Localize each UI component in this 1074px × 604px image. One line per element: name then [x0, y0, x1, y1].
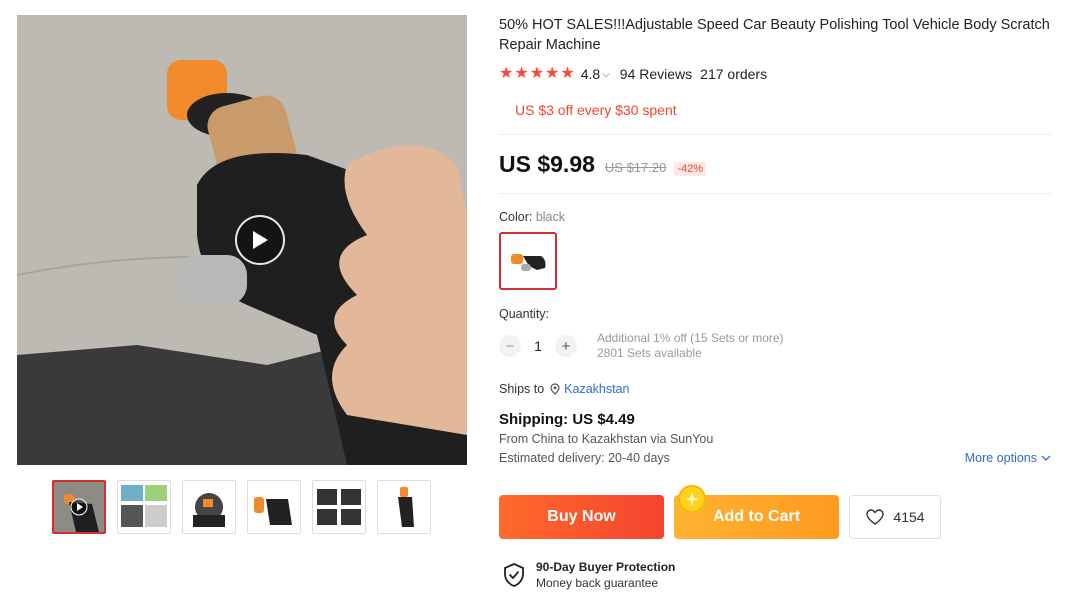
- add-to-cart-label: Add to Cart: [712, 508, 801, 525]
- more-options-label: More options: [964, 451, 1037, 465]
- quantity-decrease-button[interactable]: −: [499, 335, 521, 357]
- main-product-video[interactable]: [17, 15, 467, 465]
- thumbnail-2[interactable]: [117, 480, 171, 534]
- carrier: via SunYou: [647, 432, 714, 446]
- rating-row: ★ ★ ★ ★ ★ 4.8 ⌵ 94 Reviews 217 orders: [499, 65, 1051, 83]
- color-label-text: Color:: [499, 210, 533, 224]
- sparkle-icon: [685, 492, 699, 506]
- play-icon: [253, 231, 268, 249]
- thumbnail-image: [183, 481, 235, 533]
- shipping-route: From China to Kazakhstan via SunYou: [499, 432, 1051, 446]
- current-price: US $9.98: [499, 151, 595, 177]
- thumbnail-image: [378, 481, 430, 533]
- coin-badge-icon: [678, 485, 706, 513]
- color-label: Color: black: [499, 210, 1051, 224]
- divider: [499, 193, 1051, 194]
- protection-subtitle: Money back guarantee: [536, 576, 659, 590]
- price-row: US $9.98 US $17.20 -42%: [499, 151, 1051, 181]
- thumbnail-strip: [52, 480, 431, 534]
- product-info: 50% HOT SALES!!!Adjustable Speed Car Bea…: [499, 15, 1051, 465]
- reviews-link[interactable]: 94 Reviews: [620, 66, 692, 82]
- protection-title: 90-Day Buyer Protection: [536, 560, 676, 574]
- divider: [499, 134, 1051, 135]
- thumbnail-video-image: [54, 482, 104, 532]
- star-icon: ★: [499, 65, 514, 82]
- estimated-delivery: Estimated delivery: 20-40 days: [499, 451, 670, 465]
- star-icon: ★: [529, 65, 545, 82]
- heart-icon: [866, 509, 885, 525]
- discount-badge: -42%: [674, 162, 707, 176]
- origin-country: China: [531, 432, 565, 446]
- quantity-label: Quantity:: [499, 307, 550, 321]
- thumbnail-image: [118, 481, 170, 533]
- promo-text[interactable]: US $3 off every $30 spent: [515, 102, 1051, 120]
- swatch-image: [511, 254, 546, 271]
- star-rating: ★ ★ ★ ★ ★: [499, 66, 575, 82]
- thumbnail-image: [248, 481, 300, 533]
- play-button[interactable]: [235, 215, 285, 265]
- color-value: black: [535, 210, 566, 224]
- thumbnail-image: [313, 481, 365, 533]
- wishlist-button[interactable]: 4154: [849, 495, 941, 539]
- rating-value[interactable]: 4.8: [581, 66, 600, 82]
- route-from-label: From: [499, 432, 532, 446]
- quantity-increase-button[interactable]: +: [555, 335, 577, 357]
- action-buttons: Buy Now Add to Cart 4154: [499, 485, 941, 539]
- thumbnail-1[interactable]: [52, 480, 106, 534]
- ships-to-row: Ships to Kazakhstan: [499, 381, 1051, 397]
- star-icon: ★: [545, 65, 560, 82]
- route-to-label: to: [564, 432, 582, 446]
- quantity-stepper: − 1 + Additional 1% off (15 Sets or more…: [499, 331, 1051, 361]
- quantity-value[interactable]: 1: [521, 338, 555, 354]
- chevron-down-icon: [1041, 455, 1051, 461]
- star-icon: ★: [560, 65, 575, 82]
- wishlist-count: 4154: [893, 509, 925, 525]
- buyer-protection: 90-Day Buyer Protection Money back guara…: [502, 560, 675, 590]
- original-price: US $17.20: [604, 160, 667, 175]
- chevron-down-icon[interactable]: ⌵: [602, 69, 610, 80]
- thumbnail-3[interactable]: [182, 480, 236, 534]
- bulk-discount-note: Additional 1% off (15 Sets or more): [597, 331, 784, 345]
- shield-check-icon: [504, 563, 524, 587]
- orders-count: 217 orders: [700, 66, 768, 82]
- location-pin-icon: [550, 383, 560, 395]
- stock-available: 2801 Sets available: [597, 346, 702, 360]
- delivery-row: Estimated delivery: 20-40 days More opti…: [499, 451, 1051, 465]
- ships-to-label: Ships to: [499, 382, 545, 396]
- destination-link[interactable]: Kazakhstan: [564, 382, 629, 396]
- thumbnail-5[interactable]: [312, 480, 366, 534]
- buy-now-button[interactable]: Buy Now: [499, 495, 664, 539]
- color-swatch-black[interactable]: [499, 232, 557, 290]
- shipping-cost: Shipping: US $4.49: [499, 411, 635, 428]
- thumbnail-4[interactable]: [247, 480, 301, 534]
- more-options-link[interactable]: More options: [965, 451, 1051, 465]
- add-to-cart-button[interactable]: Add to Cart: [674, 485, 839, 539]
- thumbnail-6[interactable]: [377, 480, 431, 534]
- destination-country: Kazakhstan: [581, 432, 648, 446]
- star-icon: ★: [514, 65, 529, 82]
- product-title: 50% HOT SALES!!!Adjustable Speed Car Bea…: [499, 17, 1050, 53]
- quantity-note: Additional 1% off (15 Sets or more) 2801…: [597, 331, 784, 361]
